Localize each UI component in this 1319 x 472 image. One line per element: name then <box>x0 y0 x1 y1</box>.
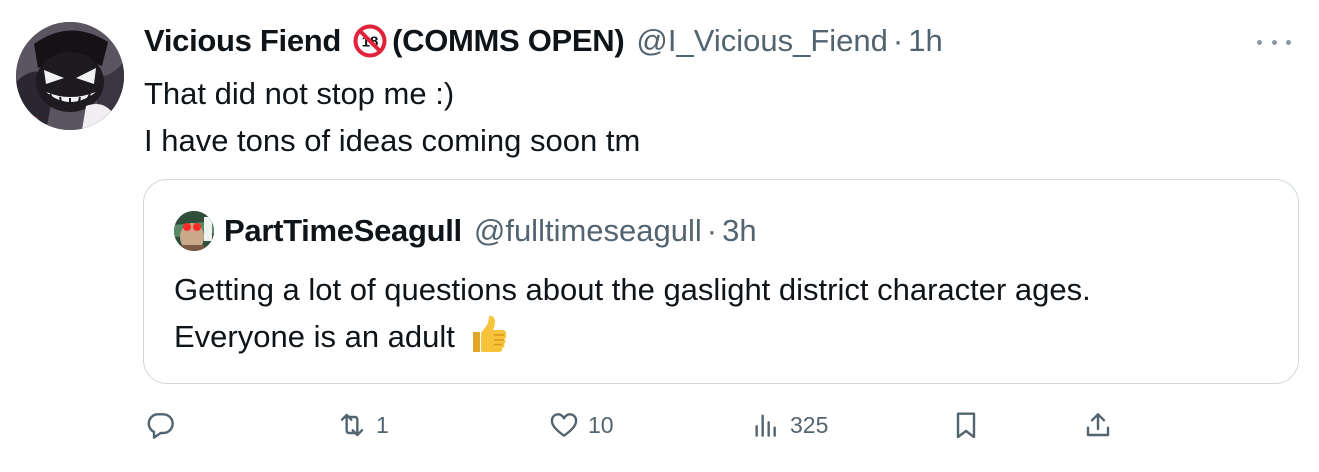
tweet-timestamp[interactable]: 1h <box>908 20 942 62</box>
more-dot <box>1271 39 1277 45</box>
author-name-suffix[interactable]: (COMMS OPEN) <box>392 20 625 62</box>
like-count: 10 <box>588 411 614 438</box>
quoted-author-display-name[interactable]: PartTimeSeagull <box>224 213 462 249</box>
reply-button[interactable] <box>144 400 184 450</box>
bookmark-icon <box>956 412 976 439</box>
quoted-author-handle[interactable]: @fulltimeseagull <box>474 213 702 249</box>
no-under-18-icon: 18 <box>353 24 387 58</box>
views-chart-icon <box>755 414 776 437</box>
tweet-text-line: I have tons of ideas coming soon tm <box>144 123 641 158</box>
tweet-action-bar: 1 10 325 <box>144 400 1284 450</box>
author-display-name[interactable]: Vicious Fiend <box>144 20 341 62</box>
retweet-count: 1 <box>376 411 389 438</box>
like-button[interactable]: 10 <box>548 400 614 450</box>
quoted-tweet-header: PartTimeSeagull @fulltimeseagull · 3h <box>224 210 757 252</box>
retweet-icon <box>340 413 364 437</box>
tweet-header: Vicious Fiend 18 (COMMS OPEN) @I_Vicious… <box>144 20 943 62</box>
thumbs-up-emoji <box>467 313 509 355</box>
share-button[interactable] <box>1082 400 1114 450</box>
quoted-avatar-art <box>174 211 214 251</box>
heart-icon <box>550 413 578 437</box>
header-separator: · <box>892 23 904 58</box>
quoted-text-line-with-emoji: Everyone is an adult <box>174 313 1091 360</box>
author-handle[interactable]: @I_Vicious_Fiend <box>636 20 887 62</box>
bookmark-button[interactable] <box>950 400 982 450</box>
share-icon <box>1086 413 1110 437</box>
tweet-text: That did not stop me :) I have tons of i… <box>144 70 640 164</box>
author-avatar[interactable] <box>16 22 124 130</box>
quoted-author-avatar[interactable] <box>174 211 214 251</box>
quoted-text-line: Everyone is an adult <box>174 319 455 354</box>
retweet-button[interactable]: 1 <box>336 400 389 450</box>
views-button[interactable]: 325 <box>750 400 828 450</box>
quoted-tweet-text: Getting a lot of questions about the gas… <box>174 266 1091 360</box>
more-dot <box>1286 39 1291 45</box>
quoted-tweet-card[interactable]: PartTimeSeagull @fulltimeseagull · 3h Ge… <box>143 179 1299 384</box>
more-options-icon[interactable] <box>1257 32 1291 52</box>
quoted-tweet-timestamp[interactable]: 3h <box>722 213 756 249</box>
reply-icon <box>147 413 174 439</box>
author-avatar-art <box>16 22 124 130</box>
more-dot <box>1257 39 1262 45</box>
quoted-text-line: Getting a lot of questions about the gas… <box>174 272 1091 307</box>
views-count: 325 <box>790 411 829 438</box>
tweet-text-line: That did not stop me :) <box>144 76 455 111</box>
quoted-header-separator: · <box>706 213 718 248</box>
